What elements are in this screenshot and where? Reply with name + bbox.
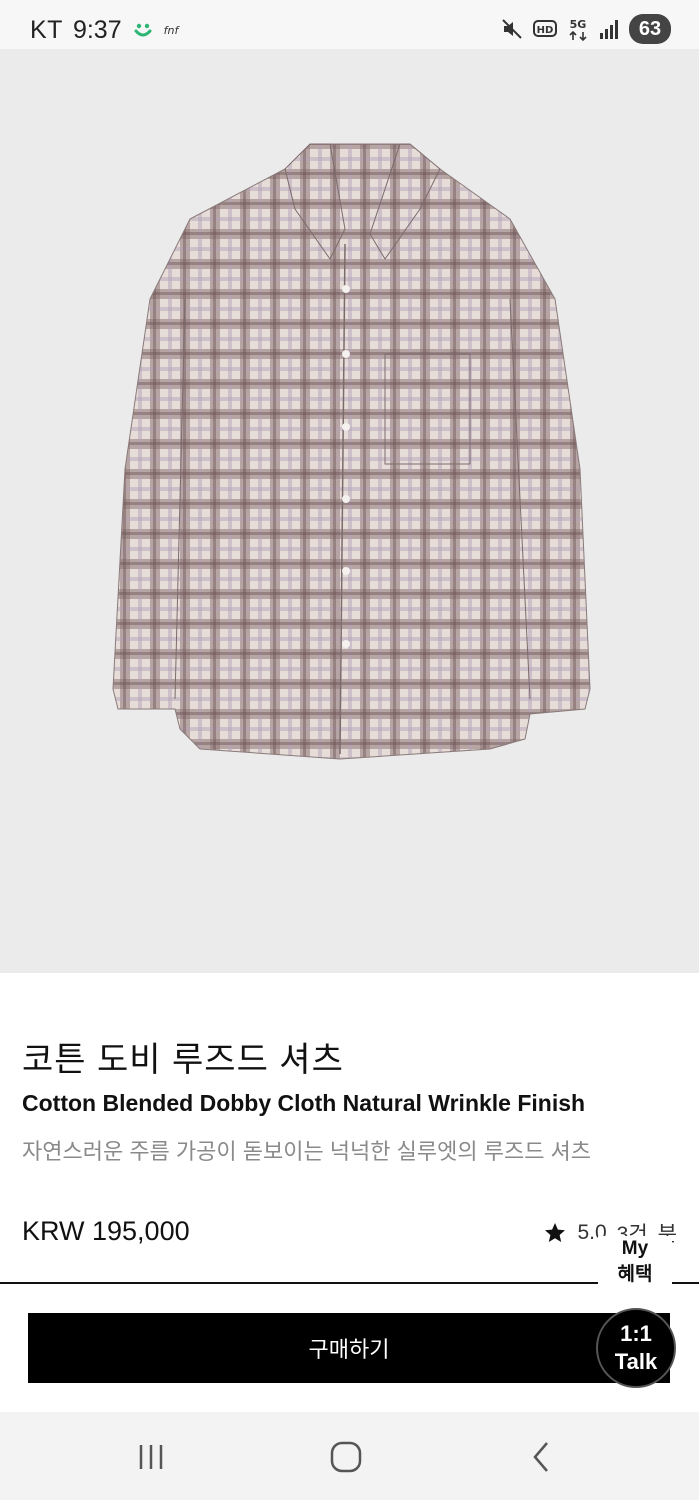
talk-line2: Talk xyxy=(614,1349,658,1374)
talk-line1: 1:1 xyxy=(620,1321,652,1346)
status-right: HD 5G 63 xyxy=(501,14,671,44)
clock: 9:37 xyxy=(72,15,122,44)
product-image-carousel[interactable] xyxy=(0,49,699,973)
battery-icon: 63 xyxy=(629,14,671,44)
star-icon xyxy=(545,1223,566,1242)
my-benefit-line2: 혜택 xyxy=(617,1264,653,1285)
svg-text:5G: 5G xyxy=(570,18,587,31)
product-price: KRW 195,000 xyxy=(22,1216,190,1246)
my-benefit-button[interactable]: My 혜택 xyxy=(598,1236,672,1292)
plaid-shirt-image xyxy=(112,143,591,760)
svg-text:HD: HD xyxy=(537,25,554,36)
product-title-korean: 코튼 도비 루즈드 셔츠 xyxy=(22,1041,344,1079)
product-title-english: Cotton Blended Dobby Cloth Natural Wrink… xyxy=(22,1090,586,1116)
signal-icon xyxy=(600,20,618,39)
back-icon[interactable] xyxy=(522,1440,562,1474)
buy-button[interactable]: 구매하기 xyxy=(28,1313,670,1383)
my-benefit-line1: My xyxy=(621,1238,649,1259)
smile-app-icon xyxy=(134,23,152,37)
navigation-bar xyxy=(0,1412,699,1500)
mute-icon xyxy=(502,19,522,39)
fnf-logo: fnf xyxy=(163,23,179,37)
carrier-label: KT xyxy=(30,15,63,44)
5g-icon: 5G xyxy=(569,18,587,42)
product-description: 자연스러운 주름 가공이 돋보이는 넉넉한 실루엣의 루즈드 셔츠 xyxy=(22,1139,592,1164)
status-left: KT 9:37 fnf xyxy=(30,16,178,45)
home-icon[interactable] xyxy=(326,1440,366,1474)
divider xyxy=(0,1282,699,1284)
hd-icon: HD xyxy=(533,20,557,37)
one-on-one-talk-button[interactable]: 1:1 Talk xyxy=(596,1308,676,1388)
recent-apps-icon[interactable] xyxy=(131,1440,171,1474)
